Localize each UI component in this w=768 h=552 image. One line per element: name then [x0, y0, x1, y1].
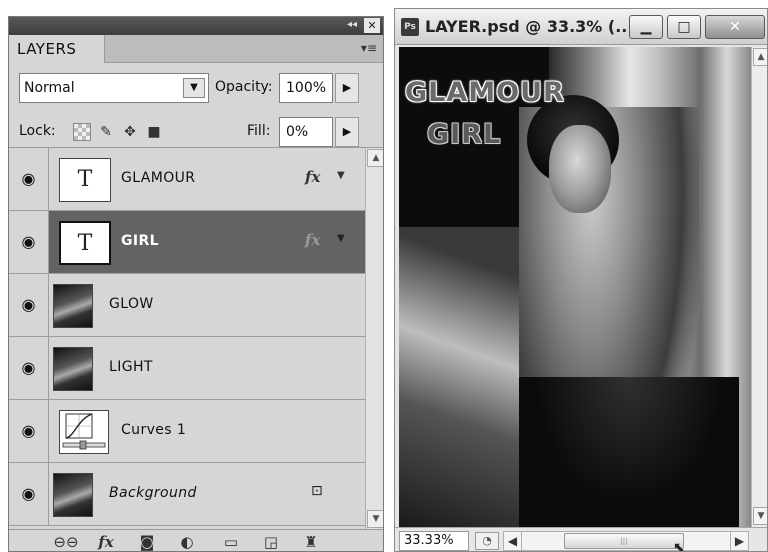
image-canvas[interactable]: GLAMOUR GIRL	[399, 47, 751, 527]
panel-tab-row: LAYERS ▾≡	[9, 35, 383, 63]
new-layer-icon[interactable]: ◲	[261, 532, 281, 551]
layer-name: LIGHT	[109, 359, 153, 375]
layer-row-light[interactable]: ◉ LIGHT	[9, 337, 365, 400]
close-panel-icon[interactable]: ✕	[364, 18, 380, 33]
scroll-down-icon[interactable]: ▼	[753, 507, 767, 525]
scroll-up-icon[interactable]: ▲	[753, 48, 767, 66]
lock-position-move-icon[interactable]: ✥	[121, 123, 139, 141]
image-layer-thumbnail	[53, 347, 93, 391]
layer-row-glow[interactable]: ◉ GLOW	[9, 274, 365, 337]
eye-icon[interactable]: ◉	[9, 400, 49, 462]
expand-effects-icon[interactable]: ▼	[337, 233, 345, 244]
text-layer-thumbnail: T	[59, 221, 111, 265]
artwork-text-girl: GIRL	[427, 119, 502, 150]
scroll-left-icon[interactable]: ◀	[504, 532, 522, 550]
blend-mode-value: Normal	[24, 80, 75, 96]
trash-icon[interactable]: ♜	[301, 532, 321, 551]
panel-menu-icon[interactable]: ▾≡	[361, 41, 377, 55]
padlock-icon: ⊡	[311, 483, 323, 499]
opacity-slider-arrow-icon[interactable]: ▶	[335, 73, 359, 103]
artwork-dress	[519, 377, 739, 527]
collapse-panel-icon[interactable]: ◂◂	[347, 19, 357, 30]
lock-pixels-brush-icon[interactable]: ✎	[97, 123, 115, 141]
layer-row-curves-1[interactable]: ◉ Curves 1	[9, 400, 365, 463]
fill-label: Fill:	[247, 123, 271, 139]
eye-icon[interactable]: ◉	[9, 337, 49, 399]
blend-mode-select[interactable]: Normal ▼	[19, 73, 209, 103]
lock-label: Lock:	[19, 123, 56, 139]
adjustment-icon[interactable]: ◐	[175, 532, 199, 551]
document-horizontal-scrollbar[interactable]: ◀ ||| ▶	[503, 531, 749, 551]
scrollbar-thumb[interactable]: |||	[564, 533, 684, 549]
eye-icon[interactable]: ◉	[9, 211, 49, 273]
text-layer-thumbnail: T	[59, 158, 111, 202]
opacity-label: Opacity:	[215, 79, 273, 95]
maximize-button[interactable]: □	[667, 15, 701, 39]
link-icon[interactable]: ⊖⊖	[53, 532, 79, 551]
photoshop-app-icon: Ps	[401, 18, 419, 36]
layer-name: Background	[109, 485, 197, 501]
layer-name: GLAMOUR	[121, 170, 196, 186]
folder-icon[interactable]: ▭	[221, 532, 241, 551]
image-layer-thumbnail	[53, 284, 93, 328]
lock-all-icon[interactable]: ■	[145, 123, 163, 141]
lock-row: Lock: ✎ ✥ ■ Fill: 0% ▶	[9, 117, 383, 147]
fill-slider-arrow-icon[interactable]: ▶	[335, 117, 359, 147]
lock-transparency-icon[interactable]	[73, 123, 91, 141]
eye-icon[interactable]: ◉	[9, 148, 49, 210]
layers-list: ◉ T GLAMOUR fx ▼ ◉ T GIRL fx ▼ ◉ GLOW ◉ …	[9, 147, 383, 530]
opacity-field[interactable]: 100%	[279, 73, 333, 103]
eye-icon[interactable]: ◉	[9, 274, 49, 336]
fx-icon[interactable]: fx	[93, 532, 119, 551]
document-window: Ps LAYER.psd @ 33.3% (... ▁ □ ✕ GLAMOUR …	[394, 8, 768, 552]
artwork-face	[549, 125, 611, 213]
status-info-icon[interactable]: ◔	[475, 532, 499, 550]
layer-name: Curves 1	[121, 422, 187, 438]
scroll-down-icon[interactable]: ▼	[367, 510, 383, 528]
panel-footer: ⊖⊖ fx ◙ ◐ ▭ ◲ ♜	[9, 529, 383, 551]
document-vertical-scrollbar[interactable]: ▲ ▼	[751, 47, 767, 527]
zoom-field[interactable]: 33.33%	[399, 531, 469, 551]
layers-scrollbar[interactable]: ▲ ▼	[365, 148, 383, 530]
tab-layers[interactable]: LAYERS	[9, 35, 105, 63]
document-titlebar[interactable]: Ps LAYER.psd @ 33.3% (... ▁ □ ✕	[395, 9, 767, 45]
eye-icon[interactable]: ◉	[9, 463, 49, 525]
expand-effects-icon[interactable]: ▼	[337, 170, 345, 181]
mask-icon[interactable]: ◙	[137, 532, 157, 551]
layer-name: GIRL	[121, 233, 160, 249]
layer-name: GLOW	[109, 296, 154, 312]
layer-row-girl[interactable]: ◉ T GIRL fx ▼	[9, 211, 365, 274]
document-title: LAYER.psd @ 33.3% (...	[425, 17, 634, 36]
close-button[interactable]: ✕	[705, 15, 765, 39]
chevron-down-icon[interactable]: ▼	[183, 78, 205, 98]
fx-icon[interactable]: fx	[305, 168, 320, 186]
blend-row: Normal ▼ Opacity: 100% ▶	[9, 73, 383, 105]
mouse-cursor-icon: ⬉	[673, 540, 685, 552]
fill-field[interactable]: 0%	[279, 117, 333, 147]
artwork-text-glamour: GLAMOUR	[405, 77, 565, 108]
minimize-button[interactable]: ▁	[629, 15, 663, 39]
panel-titlebar: ◂◂ ✕	[9, 17, 383, 35]
scroll-up-icon[interactable]: ▲	[367, 149, 383, 167]
document-status-bar: 33.33% ◔ ◀ ||| ▶ ⬉	[395, 527, 767, 552]
curves-adjustment-icon	[59, 410, 109, 454]
layers-panel: ◂◂ ✕ LAYERS ▾≡ Normal ▼ Opacity: 100% ▶ …	[8, 16, 384, 552]
fx-icon[interactable]: fx	[305, 231, 320, 249]
image-layer-thumbnail	[53, 473, 93, 517]
layer-row-glamour[interactable]: ◉ T GLAMOUR fx ▼	[9, 148, 365, 211]
scroll-right-icon[interactable]: ▶	[730, 532, 748, 550]
layer-row-background[interactable]: ◉ Background ⊡	[9, 463, 365, 526]
